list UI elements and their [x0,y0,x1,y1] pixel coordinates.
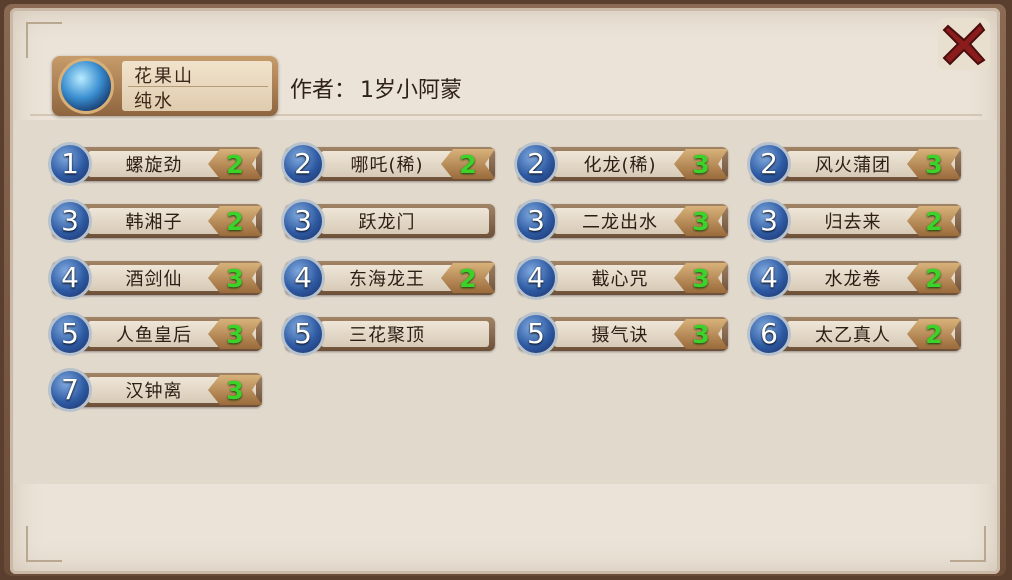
corner-ornament [950,526,986,562]
card-order-badge: 4 [514,256,558,300]
card-name: 跃龙门 [358,212,416,233]
author-label: 作者： [290,78,357,103]
card-item[interactable]: 东海龙王 2 4 [277,256,495,300]
author-name: 1岁小阿蒙 [360,78,463,103]
card-name: 三花聚顶 [349,325,425,346]
card-name: 太乙真人 [815,325,891,346]
card-item[interactable]: 汉钟离 3 7 [44,368,262,412]
card-item[interactable]: 酒剑仙 3 4 [44,256,262,300]
card-name: 酒剑仙 [125,269,183,290]
close-x-icon [942,22,986,66]
card-order-badge: 5 [281,312,325,356]
card-item[interactable]: 截心咒 3 4 [510,256,728,300]
hero-portrait-icon [58,58,114,114]
card-order-badge: 5 [48,312,92,356]
card-order-badge: 3 [747,199,791,243]
card-order-badge: 3 [48,199,92,243]
card-order-badge: 4 [747,256,791,300]
card-name: 人鱼皇后 [116,325,192,346]
card-name: 归去来 [824,212,882,233]
card-order-badge: 1 [48,142,92,186]
card-item[interactable]: 水龙卷 2 4 [743,256,961,300]
card-order-badge: 4 [48,256,92,300]
card-order-badge: 6 [747,312,791,356]
card-item[interactable]: 太乙真人 2 6 [743,312,961,356]
card-name: 二龙出水 [582,212,658,233]
card-name: 水龙卷 [824,269,882,290]
card-name: 韩湘子 [125,212,183,233]
card-name: 截心咒 [591,269,649,290]
card-item[interactable]: 风火蒲团 3 2 [743,142,961,186]
hero-card: 花果山 纯水 [52,56,278,116]
hero-name: 花果山 [134,66,194,87]
card-order-badge: 7 [48,368,92,412]
card-item[interactable]: 跃龙门 3 [277,199,495,243]
close-button[interactable] [938,18,990,70]
author-line: 作者： 1岁小阿蒙 [290,72,466,104]
card-order-badge: 3 [514,199,558,243]
card-item[interactable]: 摄气诀 3 5 [510,312,728,356]
card-item[interactable]: 归去来 2 3 [743,199,961,243]
card-name: 东海龙王 [349,269,425,290]
card-order-badge: 4 [281,256,325,300]
card-item[interactable]: 三花聚顶 5 [277,312,495,356]
card-item[interactable]: 化龙(稀) 3 2 [510,142,728,186]
corner-ornament [26,526,62,562]
card-order-badge: 2 [281,142,325,186]
card-name: 螺旋劲 [125,155,183,176]
card-order-badge: 5 [514,312,558,356]
corner-ornament [26,22,62,58]
card-name: 汉钟离 [125,381,183,402]
card-order-badge: 2 [514,142,558,186]
card-order-badge: 3 [281,199,325,243]
hero-school: 纯水 [134,91,174,112]
card-item[interactable]: 哪吒(稀) 2 2 [277,142,495,186]
card-name: 风火蒲团 [815,155,891,176]
card-order-badge: 2 [747,142,791,186]
card-item[interactable]: 人鱼皇后 3 5 [44,312,262,356]
card-name: 化龙(稀) [583,155,657,176]
card-item[interactable]: 螺旋劲 2 1 [44,142,262,186]
card-name: 哪吒(稀) [350,155,424,176]
card-name: 摄气诀 [591,325,649,346]
card-item[interactable]: 二龙出水 3 3 [510,199,728,243]
card-item[interactable]: 韩湘子 2 3 [44,199,262,243]
